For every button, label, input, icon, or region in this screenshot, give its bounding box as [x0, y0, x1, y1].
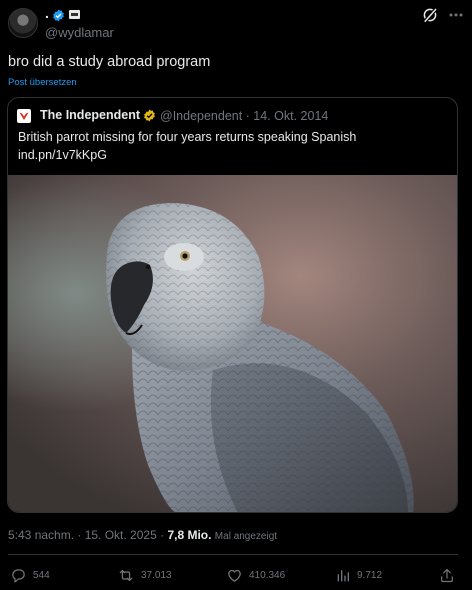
repost-icon [119, 569, 133, 581]
repost-count: 37.013 [141, 569, 172, 581]
affiliate-badge-icon [69, 10, 80, 19]
reply-button[interactable]: 544 [10, 566, 50, 584]
quoted-account-name[interactable]: The Independent [40, 108, 140, 122]
quoted-tweet-text: British parrot missing for four years re… [18, 130, 357, 144]
independent-logo-icon [17, 109, 31, 123]
like-count: 410.346 [249, 569, 286, 581]
divider [8, 554, 458, 555]
tweet-text: bro did a study abroad program [8, 54, 211, 70]
share-icon [441, 568, 453, 582]
verified-gold-badge-icon [144, 109, 155, 122]
share-button[interactable] [439, 566, 461, 584]
repost-button[interactable]: 37.013 [117, 566, 172, 584]
translate-post-link[interactable]: Post übersetzen [8, 77, 77, 88]
grok-icon[interactable] [421, 6, 439, 24]
user-handle[interactable]: @wydlamar [45, 25, 114, 40]
view-count-label: Mal angezeigt [214, 531, 278, 542]
avatar[interactable] [8, 8, 38, 38]
views-count: 9.712 [357, 569, 383, 581]
heart-icon [228, 569, 241, 582]
views-button[interactable]: 9.712 [335, 566, 382, 584]
more-options-icon[interactable] [448, 6, 464, 24]
analytics-icon [337, 569, 349, 581]
view-count: 7,8 Mio. [167, 528, 212, 542]
reply-count: 544 [33, 569, 50, 581]
verified-badge-icon [53, 9, 64, 22]
quoted-tweet-card[interactable]: The Independent @Independent · 14. Okt. … [7, 97, 458, 513]
reply-icon [12, 568, 25, 583]
quoted-handle-date: @Independent · 14. Okt. 2014 [160, 109, 329, 123]
quoted-tweet-link[interactable]: ind.pn/1v7kKpG [18, 148, 107, 162]
parrot-photo[interactable] [8, 175, 458, 513]
like-button[interactable]: 410.346 [226, 566, 285, 584]
post-metadata: 5:43 nachm. · 15. Okt. 2025 · 7,8 Mio. M… [8, 528, 277, 542]
post-timestamp[interactable]: 5:43 nachm. · 15. Okt. 2025 · [8, 528, 164, 542]
display-name[interactable]: . [45, 5, 49, 21]
